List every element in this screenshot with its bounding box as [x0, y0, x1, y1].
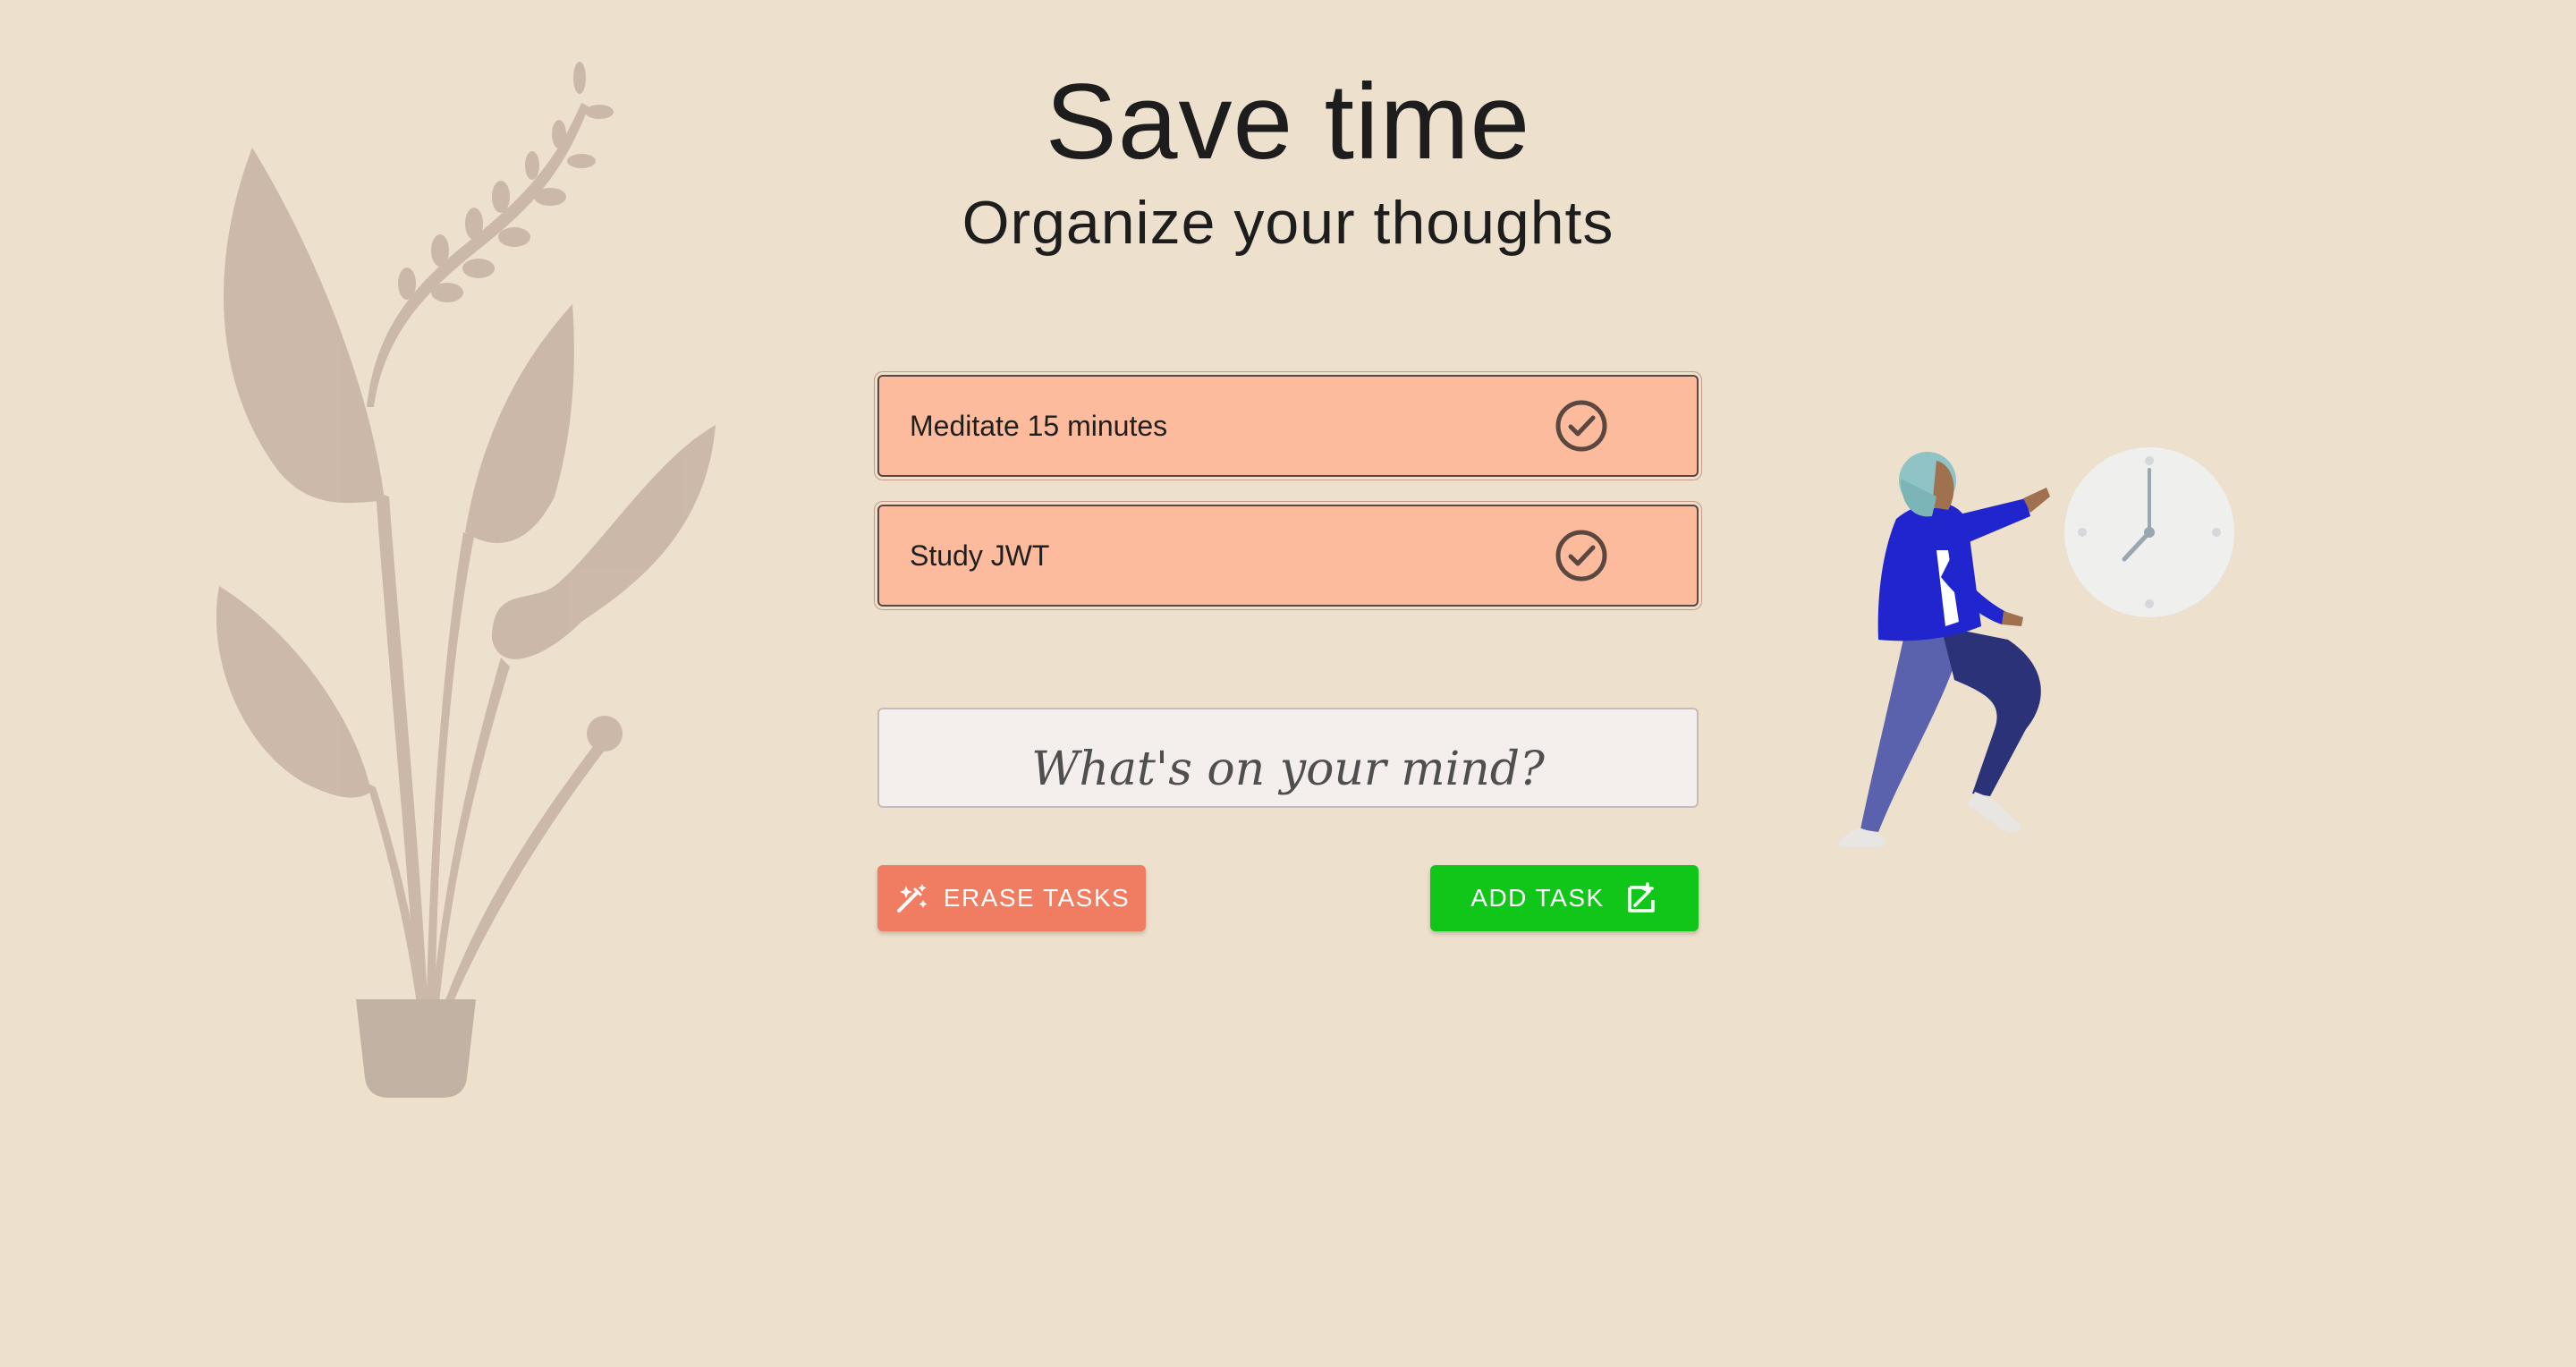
page-title: Save time [1045, 62, 1531, 182]
check-circle-icon[interactable] [1554, 528, 1609, 583]
task-item: Meditate 15 minutes [874, 371, 1702, 480]
page-subtitle: Organize your thoughts [962, 189, 1614, 257]
page: Save time Organize your thoughts Meditat… [0, 0, 2576, 1367]
add-task-button[interactable]: ADD TASK [1430, 865, 1699, 931]
task-list: Meditate 15 minutes Study JWT [874, 371, 1702, 634]
erase-tasks-button[interactable]: ERASE TASKS [877, 865, 1146, 931]
add-note-icon [1627, 882, 1655, 913]
erase-tasks-label: ERASE TASKS [943, 884, 1131, 912]
task-text: Study JWT [910, 539, 1050, 572]
task-input[interactable] [877, 708, 1699, 808]
add-task-label: ADD TASK [1470, 884, 1605, 912]
task-text: Meditate 15 minutes [910, 409, 1168, 442]
task-item: Study JWT [874, 501, 1702, 610]
magic-wand-icon [896, 884, 928, 913]
check-circle-icon[interactable] [1554, 398, 1609, 454]
woman-chasing-clock-illustration [1838, 447, 2234, 847]
